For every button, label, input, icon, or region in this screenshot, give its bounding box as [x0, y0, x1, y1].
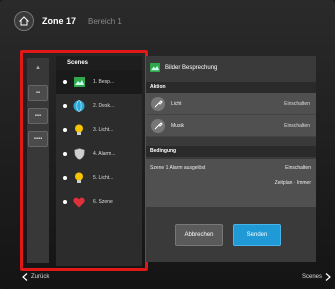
wrench-icon: [151, 118, 165, 133]
scene-detail-title: Bilder Besprechung: [146, 60, 316, 76]
condition-schedule: Zeitplan · Immer: [274, 180, 311, 186]
action-name: Musik: [171, 122, 185, 129]
action-row[interactable]: Musik Einschalten: [146, 115, 316, 137]
scene-detail-title-text: Bilder Besprechung: [165, 65, 218, 71]
next-link[interactable]: Scenes: [302, 273, 331, 281]
back-label: Zurück: [31, 274, 50, 280]
area-title[interactable]: Bereich 1: [88, 17, 122, 26]
condition-text: Szene 1 Alarm ausgelöst: [150, 165, 206, 171]
chevron-left-icon: [22, 273, 28, 281]
home-button[interactable]: [14, 11, 34, 31]
condition-header: Bedingung: [146, 146, 316, 157]
action-row[interactable]: Licht Einschalten: [146, 93, 316, 115]
save-button[interactable]: Senden: [233, 224, 281, 246]
footer-bar: Zurück Scenes: [0, 270, 335, 286]
home-icon: [19, 16, 29, 26]
condition-row[interactable]: Szene 1 Alarm ausgelöst Einschalten Zeit…: [146, 159, 316, 207]
action-name: Licht: [171, 100, 182, 107]
zone-title: Zone 17: [42, 16, 77, 26]
action-value: Einschalten: [284, 122, 310, 129]
condition-value: Einschalten: [285, 165, 311, 171]
cancel-button[interactable]: Abbrechen: [175, 224, 223, 246]
picture-icon: [150, 62, 160, 74]
highlight-frame: [20, 50, 148, 271]
back-link[interactable]: Zurück: [22, 273, 49, 281]
next-label: Scenes: [301, 274, 322, 280]
top-bar: Zone 17 Bereich 1: [14, 10, 314, 32]
wrench-icon: [151, 96, 165, 111]
chevron-right-icon: [325, 273, 331, 281]
action-value: Einschalten: [284, 100, 310, 107]
actions-header: Aktion: [146, 82, 316, 93]
